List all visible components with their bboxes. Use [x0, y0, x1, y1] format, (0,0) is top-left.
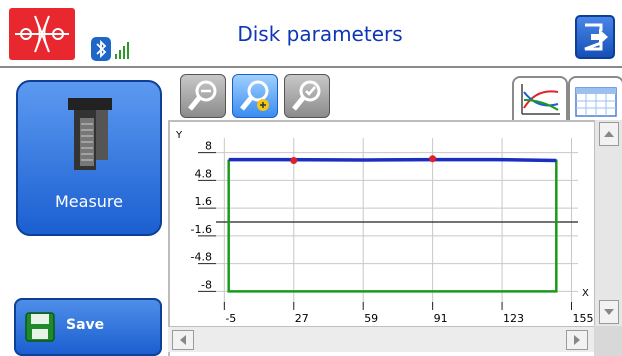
zoom-in-button[interactable]	[232, 74, 278, 118]
app-window: Disk parameters Measure Save -5 27 59 91…	[0, 0, 622, 356]
left-panel: Measure Save	[0, 70, 168, 356]
scroll-right-button[interactable]	[566, 330, 588, 350]
measure-label: Measure	[55, 192, 123, 211]
header-bar: Disk parameters	[0, 0, 622, 68]
x-tick-label: 91	[434, 312, 448, 325]
tab-table[interactable]	[568, 76, 622, 122]
scrollbar-corner	[594, 326, 622, 356]
graph-view-icon	[521, 84, 560, 115]
zoom-reset-button[interactable]	[284, 74, 330, 118]
zoom-in-icon	[240, 80, 269, 111]
zoom-out-button[interactable]	[180, 74, 226, 118]
chart-area: -5 27 59 91 123 155 8 4.8 1.6 -1.6 -4.8 -8 Y X	[168, 120, 622, 356]
x-tick-label: 27	[295, 312, 309, 325]
horizontal-scrollbar[interactable]	[168, 326, 594, 352]
x-axis-label: X	[582, 288, 589, 299]
series-line	[227, 159, 558, 293]
table-view-icon	[575, 87, 617, 117]
x-tick-label: 59	[364, 312, 378, 325]
arrow-left-icon	[180, 335, 186, 345]
exit-icon	[584, 23, 608, 51]
tab-graph[interactable]	[512, 76, 568, 122]
data-marker	[290, 156, 298, 164]
data-marker	[429, 155, 437, 163]
series-line	[228, 157, 557, 163]
scroll-left-button[interactable]	[172, 330, 194, 350]
laser-alignment-logo-icon	[9, 8, 75, 60]
exit-button[interactable]	[575, 15, 615, 59]
scroll-down-button[interactable]	[599, 300, 619, 324]
line-chart: -5 27 59 91 123 155 8 4.8 1.6 -1.6 -4.8 -8 Y X	[175, 130, 593, 325]
y-tick-label: 8	[205, 140, 212, 153]
y-tick-label: -8	[201, 278, 212, 291]
zoom-reset-icon	[292, 80, 321, 111]
arrow-right-icon	[574, 335, 580, 345]
arrow-down-icon	[604, 309, 614, 315]
bluetooth-icon	[91, 37, 111, 61]
vertical-scrollbar[interactable]	[594, 120, 622, 336]
save-label: Save	[66, 317, 105, 333]
x-tick-label: 123	[503, 312, 524, 325]
x-tick-label: 155	[572, 312, 593, 325]
signal-strength-icon	[114, 38, 134, 60]
y-tick-label: -4.8	[191, 251, 212, 264]
floppy-disk-icon	[25, 312, 55, 342]
save-button[interactable]: Save	[14, 298, 162, 356]
measure-button[interactable]: Measure	[16, 80, 162, 236]
arrow-up-icon	[604, 131, 614, 137]
y-axis-label: Y	[175, 130, 183, 141]
scroll-up-button[interactable]	[599, 122, 619, 146]
y-tick-label: 1.6	[195, 195, 213, 208]
zoom-out-icon	[188, 80, 217, 111]
y-tick-label: 4.8	[195, 167, 213, 180]
measurement-unit-icon	[68, 98, 112, 170]
x-tick-label: -5	[225, 312, 236, 325]
page-title: Disk parameters	[237, 22, 403, 46]
y-tick-label: -1.6	[191, 223, 212, 236]
